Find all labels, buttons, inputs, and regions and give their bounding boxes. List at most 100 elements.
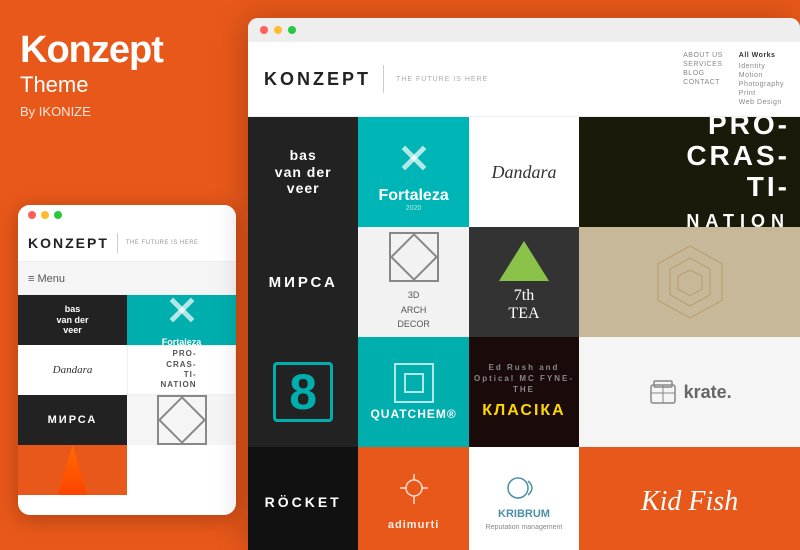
left-panel: Konzept Theme By IKONIZE KONZEPT THE FUT… [0,0,248,550]
rocket-flame-icon [58,445,88,495]
pro-text: PRO-CRAS-TI-NATION [579,117,800,227]
geo-hexagon-icon [650,242,730,322]
brand-subtitle: Theme [20,72,228,98]
adimurti-content: adimurti [388,474,439,531]
nav-photography[interactable]: Photography [739,81,784,88]
mobile-logo-divider [117,233,118,253]
desktop-nav: ABOUT US SERVICES BLOG CONTACT All Works… [683,52,784,106]
mobile-top-bar [18,205,236,225]
desktop-grid: basvan derveer Fortaleza 2020 Dandara PR… [248,117,800,550]
grid-cell-bas[interactable]: basvan derveer [248,117,358,227]
brand-by: By IKONIZE [20,104,228,119]
desktop-nav-group-2: All Works Identity Motion Photography Pr… [739,52,784,106]
grid-cell-dandara[interactable]: Dandara [469,117,579,227]
nav-contact[interactable]: CONTACT [683,79,723,86]
klasika-subtitle: Ed Rush and Optical MC FYNE-THE [473,362,575,396]
quatchem-icon [394,363,434,403]
nav-works-label: All Works [739,52,784,59]
mobile-cell-fortaleza: Fortaleza [127,295,236,345]
mobile-cell-kribrum [127,445,236,495]
mobile-header: KONZEPT THE FUTURE IS HERE [18,225,236,262]
kidfish-text: Kid Fish [641,486,738,518]
desktop-top-bar [248,18,800,42]
desktop-dot-yellow [274,26,282,34]
nav-services[interactable]: SERVICES [683,61,723,68]
grid-cell-mirca[interactable]: МИРСА [248,227,358,337]
grid-cell-geo[interactable] [579,227,800,337]
mobile-dandara-text: Dandara [53,364,93,376]
desktop-dot-green [288,26,296,34]
mobile-nav[interactable]: ≡ Menu [18,262,236,295]
desktop-header: KONZEPT THE FUTURE IS HERE ABOUT US SERV… [248,42,800,117]
grid-cell-adimurti[interactable]: adimurti [358,447,468,550]
klasika-text: Ed Rush and Optical MC FYNE-THE КЛАСIКА [469,358,579,426]
mobile-cell-bas: basvan derveer [18,295,127,345]
mobile-nav-text: ≡ Menu [28,273,65,285]
dot-red [28,211,36,219]
krate-content: krate. [648,377,732,407]
grid-cell-krate[interactable]: krate. [579,337,800,447]
mobile-cell-pro: PRO-CRAS-TI-NATION [127,345,236,395]
mobile-cell-rocket [18,445,127,495]
klasika-main: КЛАСIКА [473,400,575,422]
fortaleza-year: 2020 [378,205,448,212]
quatchem-text: QUATCHEM® [370,407,456,421]
grid-cell-kidfish[interactable]: Kid Fish [579,447,800,550]
nav-webdesign[interactable]: Web Design [739,99,784,106]
mobile-logo: KONZEPT [28,235,109,251]
nav-blog[interactable]: BLOG [683,70,723,77]
grid-cell-kribrum[interactable]: KRIBRUMReputation management [469,447,579,550]
archd-text: 3DARCHDECOR [389,288,439,331]
tea-mountain-icon [499,241,549,281]
desktop-divider [383,65,384,93]
desktop-logo: KONZEPT [264,69,371,90]
mobile-grid: basvan derveer Fortaleza Dandara PRO-CRA… [18,295,236,495]
grid-cell-rocket[interactable]: RÖCKET [248,447,358,550]
kribrum-icon [506,473,541,503]
dot-yellow [41,211,49,219]
mobile-pro-text: PRO-CRAS-TI-NATION [160,349,202,391]
mobile-cell-dandara: Dandara [18,345,127,395]
bas-text: basvan derveer [275,147,332,197]
icon8-text: 8 [273,362,333,422]
kribrum-text: KRIBRUMReputation management [486,508,563,532]
kribrum-content: KRIBRUMReputation management [486,473,563,532]
fortaleza-text: Fortaleza [378,187,448,205]
cross-icon [162,295,202,330]
mobile-bas-text: basvan derveer [56,304,88,336]
archd-icon [157,395,207,445]
adimurti-icon [394,474,434,514]
mobile-mockup: KONZEPT THE FUTURE IS HERE ≡ Menu basvan… [18,205,236,515]
mobile-fortaleza-text: Fortaleza [162,337,202,345]
desktop-tagline: THE FUTURE IS HERE [396,76,488,83]
desktop-dot-red [260,26,268,34]
nav-print[interactable]: Print [739,90,784,97]
mobile-cell-mirca: МИРСА [18,395,127,445]
grid-cell-quatchem[interactable]: QUATCHEM® [358,337,468,447]
nav-about[interactable]: ABOUT US [683,52,723,59]
brand-title: Konzept [20,30,228,72]
mobile-tagline: THE FUTURE IS HERE [126,240,199,246]
grid-cell-pro[interactable]: PRO-CRAS-TI-NATION [579,117,800,227]
archd-square-icon [389,232,439,282]
fortaleza-cross-icon [389,133,439,183]
grid-cell-archd[interactable]: 3DARCHDECOR [358,227,468,337]
desktop-mockup: KONZEPT THE FUTURE IS HERE ABOUT US SERV… [248,18,800,550]
grid-cell-klasika[interactable]: Ed Rush and Optical MC FYNE-THE КЛАСIКА [469,337,579,447]
mobile-mirca-text: МИРСА [48,414,98,426]
adimurti-text: adimurti [388,519,439,531]
rocket-text: RÖCKET [265,494,342,510]
nav-motion[interactable]: Motion [739,72,784,79]
mobile-cell-archd [127,395,236,445]
tea-text: 7thTEA [499,287,549,323]
krate-text: krate. [684,382,732,403]
nav-identity[interactable]: Identity [739,63,784,70]
desktop-nav-group-1: ABOUT US SERVICES BLOG CONTACT [683,52,723,106]
dot-green [54,211,62,219]
dandara-text: Dandara [491,162,556,183]
grid-cell-icon8[interactable]: 8 [248,337,358,447]
krate-box-icon [648,377,678,407]
mirca-text: МИРСА [269,274,338,291]
grid-cell-tea[interactable]: 7thTEA [469,227,579,337]
grid-cell-fortaleza[interactable]: Fortaleza 2020 [358,117,468,227]
